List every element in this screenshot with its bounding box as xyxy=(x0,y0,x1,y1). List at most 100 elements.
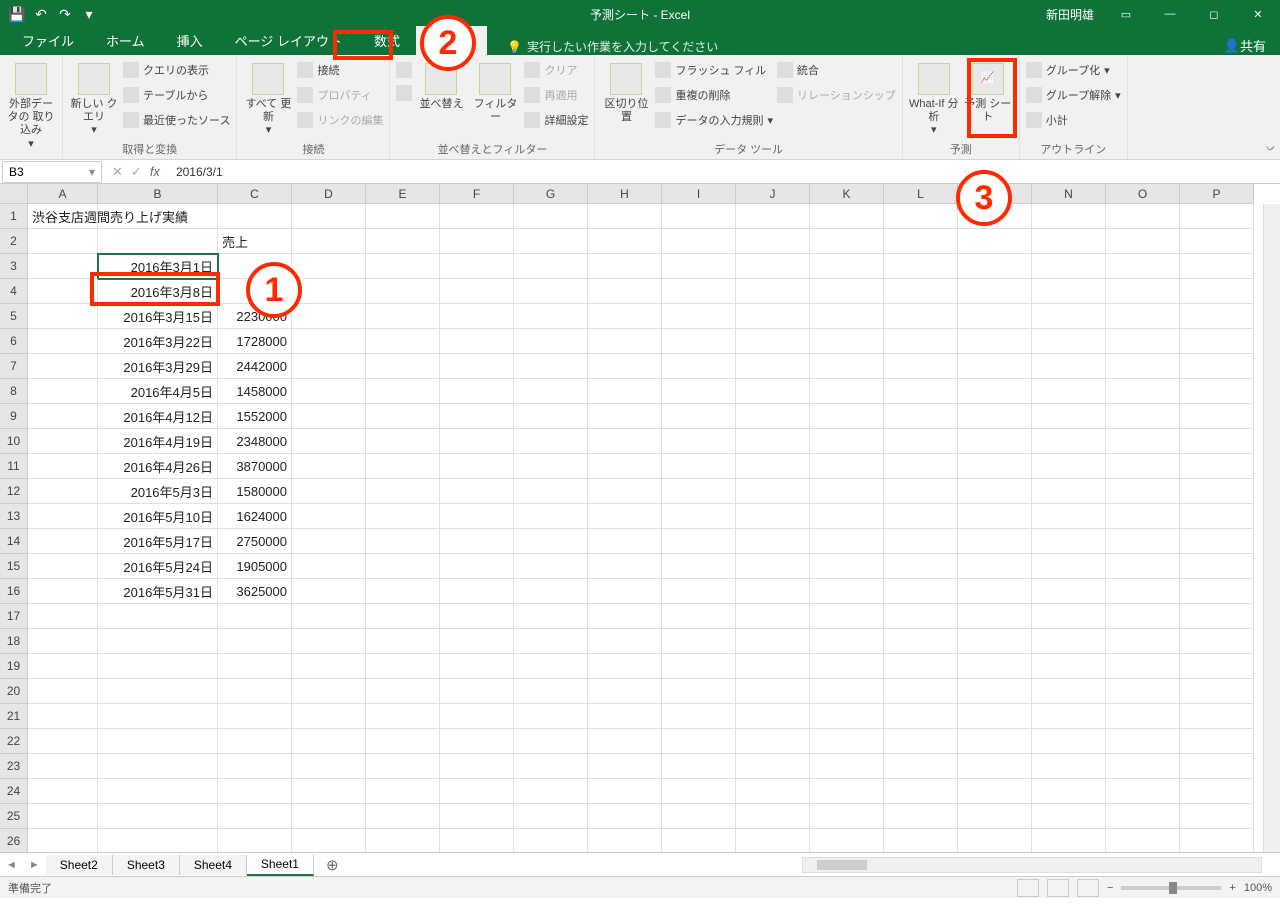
cell[interactable] xyxy=(1032,329,1106,354)
column-header[interactable]: H xyxy=(588,184,662,204)
cell[interactable] xyxy=(588,379,662,404)
cell[interactable] xyxy=(292,754,366,779)
row-header[interactable]: 9 xyxy=(0,404,28,429)
cell[interactable] xyxy=(662,554,736,579)
sort-za-button[interactable] xyxy=(396,82,412,104)
cell[interactable] xyxy=(1106,354,1180,379)
cell[interactable] xyxy=(884,254,958,279)
cell[interactable] xyxy=(588,554,662,579)
cell[interactable] xyxy=(1180,479,1254,504)
cell[interactable] xyxy=(292,429,366,454)
row-header[interactable]: 3 xyxy=(0,254,28,279)
row-header[interactable]: 11 xyxy=(0,454,28,479)
cell[interactable] xyxy=(366,754,440,779)
recent-sources-button[interactable]: 最近使ったソース xyxy=(123,109,230,131)
cell[interactable] xyxy=(958,254,1032,279)
row-header[interactable]: 7 xyxy=(0,354,28,379)
cell[interactable] xyxy=(958,354,1032,379)
column-header[interactable] xyxy=(0,184,28,204)
cell[interactable] xyxy=(218,779,292,804)
cell[interactable] xyxy=(662,529,736,554)
cell[interactable] xyxy=(1106,754,1180,779)
cell[interactable] xyxy=(662,229,736,254)
cell[interactable] xyxy=(514,429,588,454)
row-header[interactable]: 22 xyxy=(0,729,28,754)
qat-more-icon[interactable]: ▾ xyxy=(78,3,100,25)
column-header[interactable]: B xyxy=(98,184,218,204)
cell[interactable] xyxy=(366,329,440,354)
cell[interactable] xyxy=(588,329,662,354)
sheet-tab[interactable]: Sheet3 xyxy=(113,855,180,875)
cell[interactable] xyxy=(884,329,958,354)
maximize-icon[interactable]: ◻ xyxy=(1192,0,1236,28)
row-header[interactable]: 23 xyxy=(0,754,28,779)
cell[interactable] xyxy=(1032,304,1106,329)
tab-home[interactable]: ホーム xyxy=(90,26,161,55)
cell[interactable] xyxy=(884,804,958,829)
sort-az-button[interactable] xyxy=(396,59,412,81)
tell-me[interactable]: 💡実行したい作業を入力してください xyxy=(507,38,718,55)
cell[interactable]: 2016年5月10日 xyxy=(98,504,218,529)
cell[interactable] xyxy=(1032,804,1106,829)
cell[interactable] xyxy=(514,204,588,229)
cell[interactable] xyxy=(810,754,884,779)
cell[interactable] xyxy=(958,679,1032,704)
cell[interactable] xyxy=(958,279,1032,304)
cell[interactable] xyxy=(736,354,810,379)
cell[interactable]: 1458000 xyxy=(218,379,292,404)
cell[interactable] xyxy=(884,304,958,329)
column-header[interactable]: J xyxy=(736,184,810,204)
cell[interactable] xyxy=(1032,279,1106,304)
cell[interactable] xyxy=(98,829,218,852)
cell[interactable] xyxy=(514,704,588,729)
cell[interactable]: 2016年4月19日 xyxy=(98,429,218,454)
cell[interactable] xyxy=(662,654,736,679)
cell[interactable] xyxy=(28,404,98,429)
cell[interactable] xyxy=(1106,454,1180,479)
cell[interactable] xyxy=(1180,804,1254,829)
cell[interactable]: 渋谷支店週間売り上げ実績 xyxy=(28,204,98,229)
cell[interactable] xyxy=(662,629,736,654)
cell[interactable] xyxy=(218,804,292,829)
cell[interactable] xyxy=(292,204,366,229)
cell[interactable]: 1905000 xyxy=(218,554,292,579)
cell[interactable]: 2016年3月29日 xyxy=(98,354,218,379)
cell[interactable]: 2016年5月3日 xyxy=(98,479,218,504)
cell[interactable] xyxy=(28,229,98,254)
cell[interactable] xyxy=(810,704,884,729)
cell[interactable] xyxy=(292,704,366,729)
cell[interactable] xyxy=(1106,479,1180,504)
cell[interactable] xyxy=(366,629,440,654)
cell[interactable] xyxy=(1032,654,1106,679)
cell[interactable] xyxy=(884,429,958,454)
cell[interactable] xyxy=(588,704,662,729)
cell[interactable] xyxy=(810,604,884,629)
column-header[interactable]: C xyxy=(218,184,292,204)
sheet-tab[interactable]: Sheet4 xyxy=(180,855,247,875)
cell[interactable] xyxy=(366,229,440,254)
cell[interactable] xyxy=(958,304,1032,329)
cell[interactable] xyxy=(292,304,366,329)
cell[interactable] xyxy=(98,229,218,254)
cell[interactable] xyxy=(514,729,588,754)
cell[interactable] xyxy=(1106,404,1180,429)
cell[interactable] xyxy=(1106,429,1180,454)
cell[interactable] xyxy=(662,504,736,529)
cell[interactable] xyxy=(736,654,810,679)
cell[interactable] xyxy=(588,254,662,279)
cell[interactable] xyxy=(588,229,662,254)
cell[interactable] xyxy=(1106,579,1180,604)
cell[interactable]: 1580000 xyxy=(218,479,292,504)
cell[interactable] xyxy=(736,404,810,429)
cell[interactable] xyxy=(1180,429,1254,454)
cell[interactable] xyxy=(1180,779,1254,804)
cell[interactable] xyxy=(884,754,958,779)
cell[interactable] xyxy=(440,204,514,229)
cell[interactable] xyxy=(736,429,810,454)
cell[interactable] xyxy=(366,729,440,754)
cell[interactable] xyxy=(440,579,514,604)
redo-icon[interactable]: ↷ xyxy=(54,3,76,25)
consolidate-button[interactable]: 統合 xyxy=(777,59,896,81)
cell[interactable] xyxy=(514,354,588,379)
user-name[interactable]: 新田明雄 xyxy=(1036,6,1104,23)
